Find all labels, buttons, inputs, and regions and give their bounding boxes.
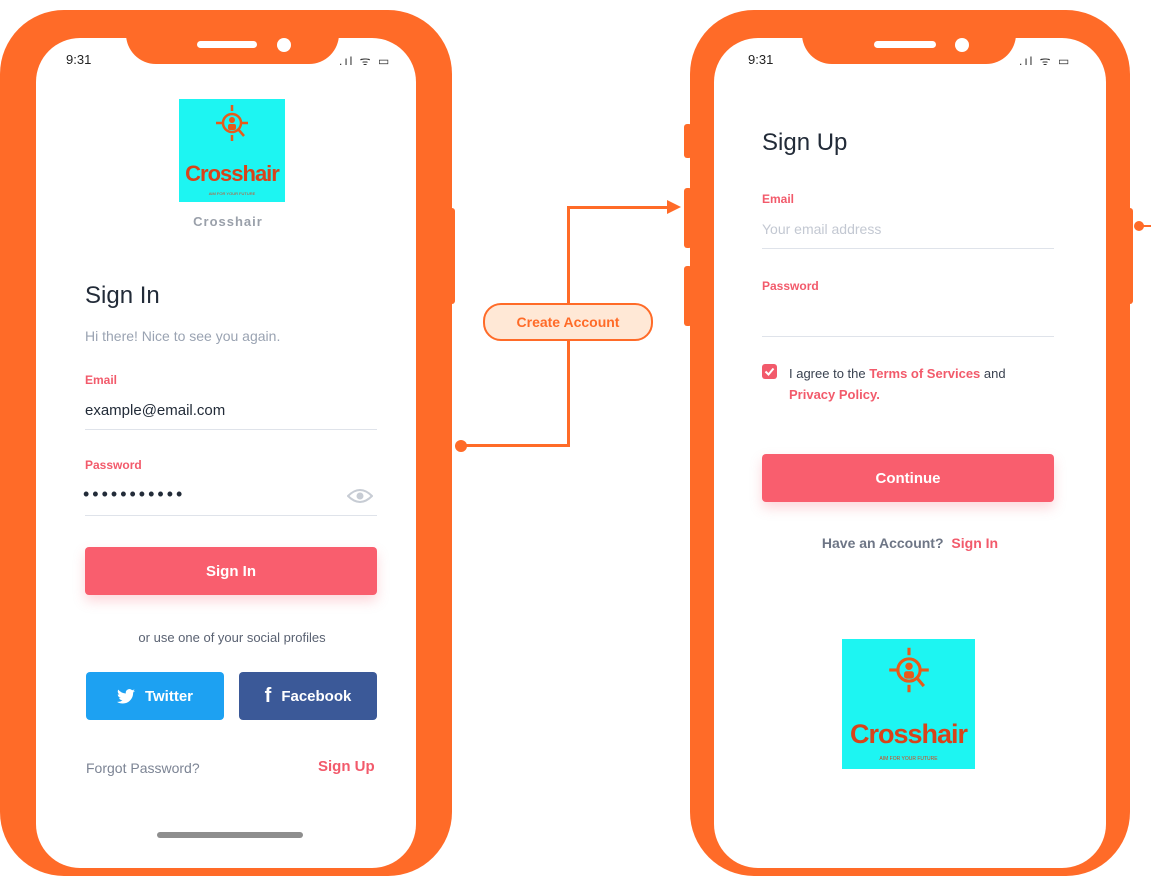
status-time: 9:31: [66, 52, 92, 67]
logo-tagline-bottom: AIM FOR YOUR FUTURE: [879, 756, 938, 762]
password-field[interactable]: •••••••••••: [83, 484, 185, 505]
terms-link[interactable]: Terms of Services: [869, 366, 980, 381]
flow-exit-line: [1140, 225, 1151, 227]
signup-password-underline: [762, 336, 1054, 337]
speaker: [874, 41, 936, 48]
notch: [126, 10, 339, 64]
agree-prefix: I agree to the: [789, 366, 866, 381]
password-underline: [85, 515, 377, 516]
crosshair-logo: Crosshair AIM FOR YOUR FUTURE: [179, 99, 285, 202]
logo-brand-bottom: Crosshair: [849, 719, 968, 749]
have-account-row: Have an Account? Sign In: [714, 535, 1106, 551]
continue-button[interactable]: Continue: [762, 454, 1054, 502]
signup-email-label: Email: [762, 192, 795, 206]
email-label: Email: [85, 373, 118, 387]
speaker: [197, 41, 257, 48]
agree-and: and: [983, 366, 1006, 381]
signin-screen: 9:31 .ıl ᯤ ▭ Crosshair AIM FOR YOUR FUTU…: [36, 38, 416, 868]
status-icons: .ıl ᯤ ▭: [1019, 54, 1072, 68]
signup-password-label: Password: [762, 279, 819, 293]
forgot-password-link[interactable]: Forgot Password?: [86, 760, 200, 776]
signup-link[interactable]: Sign Up: [318, 758, 375, 775]
privacy-link[interactable]: Privacy Policy.: [789, 384, 880, 405]
create-account-flow-label: Create Account: [483, 303, 653, 341]
phone-frame-signin: 9:31 .ıl ᯤ ▭ Crosshair AIM FOR YOUR FUTU…: [0, 10, 452, 876]
crosshair-logo-bottom: Crosshair AIM FOR YOUR FUTURE: [842, 639, 975, 769]
notch: [802, 10, 1016, 64]
signup-password-field[interactable]: [762, 306, 1054, 332]
signup-email-underline: [762, 248, 1054, 249]
logo-tagline: AIM FOR YOUR FUTURE: [208, 191, 256, 196]
signup-title: Sign Up: [762, 129, 848, 156]
social-prompt: or use one of your social profiles: [138, 630, 326, 645]
signup-screen: 9:31 .ıl ᯤ ▭ Sign Up Email Your email ad…: [714, 38, 1106, 868]
twitter-icon: [116, 688, 135, 703]
crosshair-person-icon: [889, 647, 929, 693]
twitter-label: Twitter: [144, 687, 194, 705]
logo-caption: Crosshair: [193, 214, 263, 229]
home-indicator: [157, 832, 303, 838]
camera: [955, 38, 969, 52]
agree-text: I agree to the Terms of Services and: [789, 363, 1049, 384]
agree-checkbox[interactable]: [762, 364, 777, 379]
checkmark-icon: [764, 367, 775, 376]
eye-icon[interactable]: [347, 488, 373, 504]
camera: [277, 38, 291, 52]
status-icons: .ıl ᯤ ▭: [339, 54, 392, 68]
facebook-icon: f: [264, 684, 272, 707]
flow-line-bottom: [460, 444, 570, 447]
phone-frame-signup: 9:31 .ıl ᯤ ▭ Sign Up Email Your email ad…: [690, 10, 1130, 876]
email-field[interactable]: example@email.com: [85, 402, 377, 419]
flow-line-top: [567, 206, 669, 209]
status-time: 9:31: [748, 52, 774, 67]
logo-brand: Crosshair: [185, 161, 280, 186]
twitter-button[interactable]: Twitter: [86, 672, 224, 720]
email-underline: [85, 429, 377, 430]
facebook-button[interactable]: f Facebook: [239, 672, 377, 720]
signin-link[interactable]: Sign In: [951, 535, 998, 551]
signin-subtitle: Hi there! Nice to see you again.: [85, 328, 281, 344]
crosshair-person-icon: [216, 105, 248, 141]
signin-title: Sign In: [85, 282, 160, 309]
signin-button[interactable]: Sign In: [85, 547, 377, 595]
have-account-text: Have an Account?: [821, 535, 944, 551]
arrow-right-icon: [667, 200, 681, 214]
facebook-label: Facebook: [281, 687, 352, 705]
password-label: Password: [85, 458, 142, 472]
signup-email-field[interactable]: Your email address: [762, 221, 1054, 237]
